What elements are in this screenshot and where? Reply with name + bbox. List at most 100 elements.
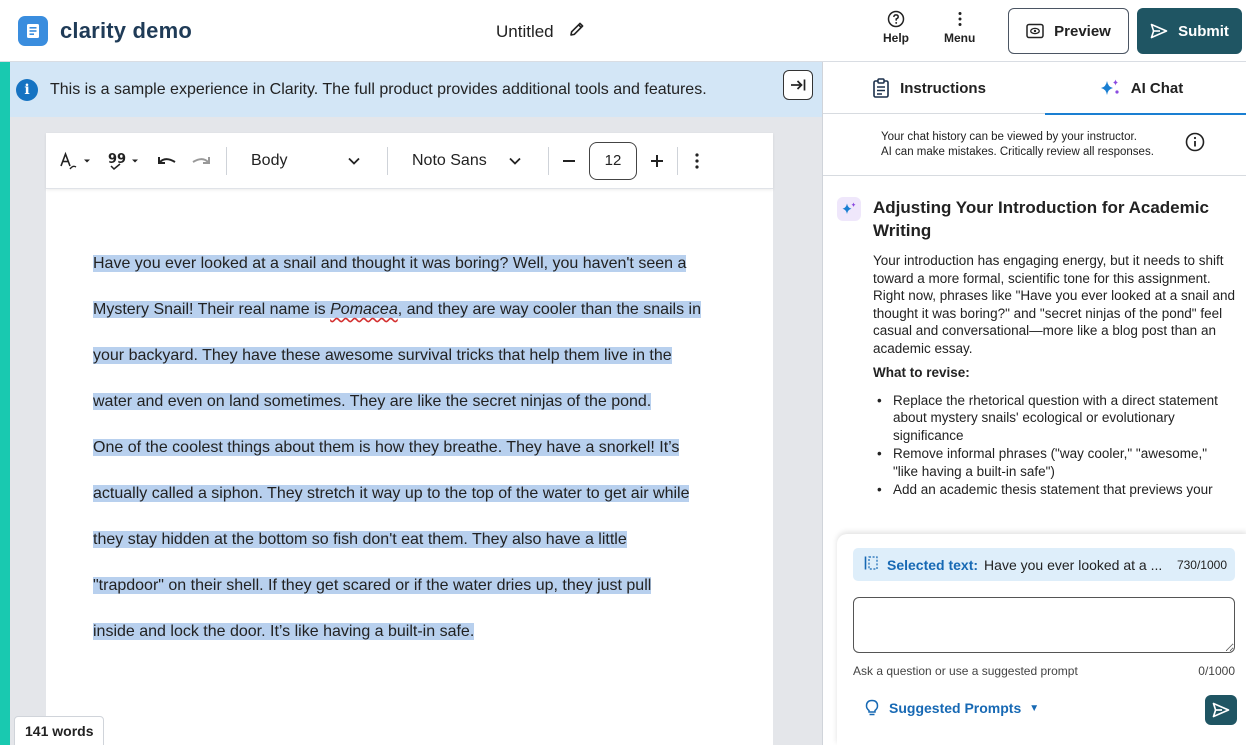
decrease-font-button[interactable] bbox=[561, 153, 577, 169]
doc-line: your backyard. They have these awesome s… bbox=[93, 347, 672, 364]
submit-label: Submit bbox=[1178, 22, 1229, 40]
text-selection-icon bbox=[863, 555, 879, 574]
redo-button[interactable] bbox=[190, 152, 212, 170]
ai-sparkle-icon bbox=[837, 197, 861, 221]
send-icon bbox=[1150, 23, 1168, 39]
font-size-input[interactable]: 12 bbox=[589, 141, 637, 180]
brand-name: clarity demo bbox=[60, 17, 193, 43]
preview-label: Preview bbox=[1054, 22, 1111, 40]
font-family-value: Noto Sans bbox=[412, 151, 487, 169]
chat-input-hint: Ask a question or use a suggested prompt bbox=[853, 664, 1078, 678]
tab-ai-chat-label: AI Chat bbox=[1130, 79, 1184, 97]
doc-line: Mystery Snail! Their real name is Pomace… bbox=[93, 301, 702, 318]
submit-button[interactable]: Submit bbox=[1137, 8, 1242, 54]
doc-line: actually called a siphon. They stretch i… bbox=[93, 485, 690, 502]
arrow-right-bar-icon bbox=[791, 79, 806, 91]
revision-list: Replace the rhetorical question with a d… bbox=[873, 392, 1235, 499]
help-label: Help bbox=[883, 31, 910, 45]
quote-check-icon: 99 bbox=[108, 152, 126, 170]
more-vertical-icon bbox=[958, 12, 962, 26]
minus-icon bbox=[563, 159, 575, 162]
increase-font-button[interactable] bbox=[649, 153, 665, 169]
redo-icon bbox=[192, 156, 210, 164]
sparkle-icon bbox=[1100, 79, 1119, 95]
chevron-down-icon bbox=[509, 157, 521, 165]
font-family-select[interactable]: Noto Sans bbox=[412, 152, 522, 170]
document-title[interactable]: Untitled bbox=[496, 22, 554, 42]
toolbar-divider bbox=[226, 146, 227, 175]
font-size-value: 12 bbox=[604, 152, 622, 169]
selected-text-value: Have you ever looked at a ... bbox=[984, 556, 1163, 573]
chat-input-count: 0/1000 bbox=[1198, 664, 1235, 678]
pencil-icon[interactable] bbox=[568, 20, 586, 43]
send-message-button[interactable] bbox=[1205, 695, 1237, 725]
chat-subheading: What to revise: bbox=[873, 365, 970, 380]
undo-icon bbox=[158, 156, 176, 164]
doc-line: inside and lock the door. It’s like havi… bbox=[93, 623, 475, 640]
paragraph-style-select[interactable]: Body bbox=[251, 152, 361, 170]
editor-workspace: i This is a sample experience in Clarity… bbox=[10, 62, 822, 745]
doc-line: One of the coolest things about them is … bbox=[93, 439, 680, 456]
svg-text:99: 99 bbox=[108, 152, 126, 167]
more-options-button[interactable] bbox=[694, 152, 700, 170]
menu-label: Menu bbox=[944, 31, 976, 45]
doc-line: they stay hidden at the bottom so fish d… bbox=[93, 531, 627, 548]
word-count-badge: 141 words bbox=[14, 716, 105, 745]
doc-line: "trapdoor" on their shell. If they get s… bbox=[93, 577, 652, 594]
collapse-panel-button[interactable] bbox=[783, 70, 813, 100]
panel-tabs: Instructions AI Chat bbox=[823, 62, 1246, 115]
document-body[interactable]: Have you ever looked at a snail and thou… bbox=[93, 241, 733, 655]
tab-instructions[interactable]: Instructions bbox=[823, 62, 1035, 114]
chat-notice: Your chat history can be viewed by your … bbox=[823, 114, 1246, 176]
lightbulb-icon bbox=[865, 699, 879, 716]
chat-input[interactable] bbox=[853, 597, 1235, 653]
help-button[interactable]: Help bbox=[883, 10, 909, 45]
eye-icon bbox=[1026, 23, 1044, 39]
doc-line: Have you ever looked at a snail and thou… bbox=[93, 255, 687, 272]
caret-down-icon: ▼ bbox=[1029, 702, 1040, 714]
chat-composer: Selected text: Have you ever looked at a… bbox=[837, 534, 1246, 745]
chat-messages[interactable]: Adjusting Your Introduction for Academic… bbox=[823, 180, 1246, 536]
chevron-down-icon bbox=[84, 159, 90, 162]
more-vertical-icon bbox=[695, 152, 699, 169]
chevron-down-icon bbox=[348, 157, 360, 165]
chat-paragraph: Your introduction has engaging energy, b… bbox=[873, 253, 1236, 356]
brand: clarity demo bbox=[18, 15, 193, 46]
info-icon: i bbox=[16, 78, 38, 101]
list-item: Remove informal phrases ("way cooler," "… bbox=[873, 445, 1235, 480]
paragraph-style-value: Body bbox=[251, 151, 288, 169]
undo-button[interactable] bbox=[156, 152, 178, 170]
chat-notice-text: Your chat history can be viewed by your … bbox=[881, 130, 1154, 158]
assistant-panel: Instructions AI Chat Your chat history c… bbox=[822, 62, 1246, 745]
tab-ai-chat[interactable]: AI Chat bbox=[1035, 62, 1246, 115]
suggested-prompts-label: Suggested Prompts bbox=[889, 700, 1022, 716]
clipboard-icon bbox=[873, 78, 889, 98]
suggested-prompts-button[interactable]: Suggested Prompts ▼ bbox=[865, 699, 1039, 717]
info-banner-text: This is a sample experience in Clarity. … bbox=[50, 80, 707, 98]
editor-toolbar: 99 Body Noto Sans 12 bbox=[46, 133, 773, 189]
send-icon bbox=[1212, 702, 1230, 718]
menu-button[interactable]: Menu bbox=[944, 10, 975, 45]
text-format-button[interactable] bbox=[58, 151, 92, 171]
toolbar-divider bbox=[548, 146, 549, 175]
misspelled-word[interactable]: Pomacea bbox=[330, 301, 398, 318]
app-header: clarity demo Untitled Help Menu Preview … bbox=[0, 0, 1246, 62]
list-item: Add an academic thesis statement that pr… bbox=[873, 481, 1235, 499]
document-title-area[interactable]: Untitled bbox=[496, 20, 586, 43]
chat-message-title: Adjusting Your Introduction for Academic… bbox=[873, 198, 1209, 240]
quote-format-button[interactable]: 99 bbox=[106, 151, 140, 171]
info-outline-icon[interactable] bbox=[1185, 132, 1205, 157]
selected-text-count: 730/1000 bbox=[1176, 557, 1227, 572]
doc-line: water and even on land sometimes. They a… bbox=[93, 393, 652, 410]
preview-button[interactable]: Preview bbox=[1008, 8, 1129, 54]
selected-text-label: Selected text: bbox=[887, 556, 979, 573]
selected-text-chip[interactable]: Selected text: Have you ever looked at a… bbox=[853, 548, 1235, 581]
help-circle-icon bbox=[887, 10, 905, 28]
tab-instructions-label: Instructions bbox=[900, 79, 986, 97]
chat-message-body: Your introduction has engaging energy, b… bbox=[873, 252, 1235, 499]
text-style-icon bbox=[60, 151, 77, 169]
list-item: Replace the rhetorical question with a d… bbox=[873, 392, 1235, 445]
clarity-logo-icon bbox=[18, 15, 48, 46]
plus-icon bbox=[651, 154, 663, 167]
toolbar-divider bbox=[677, 146, 678, 175]
